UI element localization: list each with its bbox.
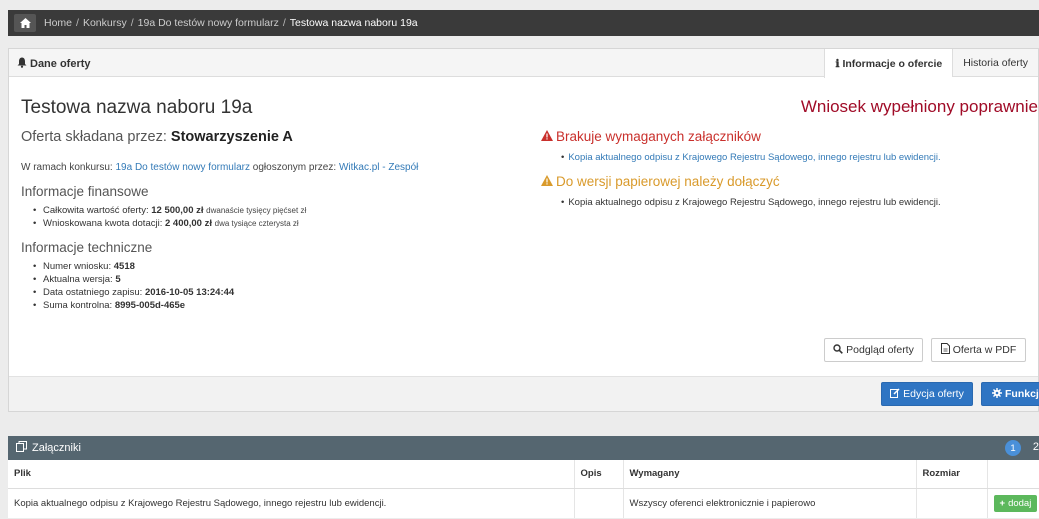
column-header-description: Opis bbox=[574, 460, 624, 489]
attachments-title: Załączniki bbox=[32, 442, 81, 454]
contest-context: W ramach konkursu: 19a Do testów nowy fo… bbox=[21, 162, 418, 173]
column-header-file: Plik bbox=[8, 460, 575, 489]
add-attachment-button[interactable]: + dodaj bbox=[993, 494, 1038, 512]
technical-item: Suma kontrolna: 8995-005d-465e bbox=[21, 299, 234, 312]
bell-icon bbox=[17, 57, 27, 71]
missing-attachment-item: • Kopia aktualnego odpisu z Krajowego Rej… bbox=[561, 152, 941, 163]
breadcrumb-separator: / bbox=[282, 17, 286, 29]
attachments-header: Załączniki 1 2 bbox=[8, 436, 1039, 460]
breadcrumb-contests[interactable]: Konkursy bbox=[83, 17, 127, 29]
submitted-by-label: Oferta składana przez: bbox=[21, 129, 167, 145]
context-prefix: W ramach konkursu: bbox=[21, 162, 113, 173]
offer-panel: Dane oferty ℹ Informacje o ofercie Histo… bbox=[8, 48, 1039, 412]
contest-link[interactable]: 19a Do testów nowy formularz bbox=[115, 162, 250, 173]
panel-title: Dane oferty bbox=[17, 57, 91, 71]
technical-item: Numer wniosku: 4518 bbox=[21, 260, 234, 273]
attachment-file: Kopia aktualnego odpisu z Krajowego Reje… bbox=[8, 488, 575, 518]
offer-status: Wniosek wypełniony poprawnie bbox=[800, 97, 1038, 116]
technical-item: Data ostatniego zapisu: 2016-10-05 13:24… bbox=[21, 286, 234, 299]
home-icon[interactable] bbox=[14, 14, 36, 32]
warning-icon bbox=[541, 174, 553, 189]
missing-attachment-link[interactable]: Kopia aktualnego odpisu z Krajowego Reje… bbox=[568, 152, 940, 163]
functions-button[interactable]: Funkcje bbox=[981, 382, 1039, 406]
financial-heading: Informacje finansowe bbox=[21, 184, 149, 199]
copy-icon bbox=[16, 441, 27, 455]
panel-header: Dane oferty ℹ Informacje o ofercie Histo… bbox=[9, 49, 1038, 78]
panel-footer: Edycja oferty Funkcje bbox=[9, 376, 1039, 411]
missing-attachments-heading: Brakuje wymaganych załączników bbox=[541, 129, 761, 144]
tab-offer-history[interactable]: Historia oferty bbox=[952, 49, 1038, 77]
search-icon bbox=[833, 343, 844, 357]
breadcrumb-contest[interactable]: 19a Do testów nowy formularz bbox=[138, 17, 279, 29]
panel-tabs: ℹ Informacje o ofercie Historia oferty bbox=[824, 49, 1038, 78]
breadcrumb-separator: / bbox=[130, 17, 134, 29]
info-icon: ℹ bbox=[835, 57, 840, 70]
technical-heading: Informacje techniczne bbox=[21, 240, 153, 255]
breadcrumb-separator: / bbox=[76, 17, 79, 29]
financial-list: Całkowita wartość oferty: 12 500,00 zł d… bbox=[21, 204, 306, 230]
financial-item: Całkowita wartość oferty: 12 500,00 zł d… bbox=[21, 204, 306, 217]
offer-pdf-button[interactable]: Oferta w PDF bbox=[931, 338, 1026, 362]
tab-offer-history-label: Historia oferty bbox=[963, 57, 1028, 69]
submitted-by: Oferta składana przez: Stowarzyszenie A bbox=[21, 129, 293, 145]
paper-version-item: • Kopia aktualnego odpisu z Krajowego Rej… bbox=[561, 197, 941, 208]
attachment-required: Wszyscy oferenci elektronicznie i papier… bbox=[623, 488, 917, 518]
tab-offer-info-label: Informacje o ofercie bbox=[842, 57, 943, 70]
technical-list: Numer wniosku: 4518 Aktualna wersja: 5 D… bbox=[21, 260, 234, 312]
attachment-description bbox=[574, 488, 624, 518]
announcer-link[interactable]: Witkac.pl - Zespół bbox=[339, 162, 418, 173]
breadcrumb-home[interactable]: Home bbox=[44, 17, 72, 29]
technical-item: Aktualna wersja: 5 bbox=[21, 273, 234, 286]
pdf-file-icon bbox=[940, 343, 950, 357]
attachments-table: Plik Opis Wymagany Rozmiar Kopia aktualn… bbox=[8, 460, 1039, 518]
gear-icon bbox=[992, 387, 1002, 401]
plus-icon: + bbox=[999, 497, 1006, 509]
attachment-action-cell: + dodaj bbox=[987, 488, 1039, 518]
offer-title: Testowa nazwa naboru 19a bbox=[21, 97, 253, 118]
edit-icon bbox=[890, 387, 900, 401]
column-header-action bbox=[987, 460, 1039, 489]
panel-title-text: Dane oferty bbox=[30, 58, 91, 70]
attachments-extra-badge: 2 bbox=[1032, 441, 1039, 453]
tab-offer-info[interactable]: ℹ Informacje o ofercie bbox=[824, 49, 953, 78]
attachments-count-badge: 1 bbox=[1005, 440, 1021, 456]
warning-icon bbox=[541, 129, 553, 144]
breadcrumb: Home / Konkursy / 19a Do testów nowy for… bbox=[8, 10, 1039, 36]
column-header-required: Wymagany bbox=[623, 460, 917, 489]
paper-version-heading: Do wersji papierowej należy dołączyć bbox=[541, 174, 780, 189]
table-header-row: Plik Opis Wymagany Rozmiar bbox=[8, 460, 1039, 489]
submitted-by-name: Stowarzyszenie A bbox=[170, 129, 293, 145]
table-row: Kopia aktualnego odpisu z Krajowego Reje… bbox=[8, 488, 1039, 518]
attachment-size bbox=[916, 488, 988, 518]
financial-item: Wnioskowana kwota dotacji: 2 400,00 zł d… bbox=[21, 217, 306, 230]
context-middle: ogłoszonym przez: bbox=[252, 162, 337, 173]
column-header-size: Rozmiar bbox=[916, 460, 988, 489]
breadcrumb-current: Testowa nazwa naboru 19a bbox=[289, 17, 418, 29]
edit-offer-button[interactable]: Edycja oferty bbox=[881, 382, 973, 406]
preview-offer-button[interactable]: Podgląd oferty bbox=[824, 338, 923, 362]
